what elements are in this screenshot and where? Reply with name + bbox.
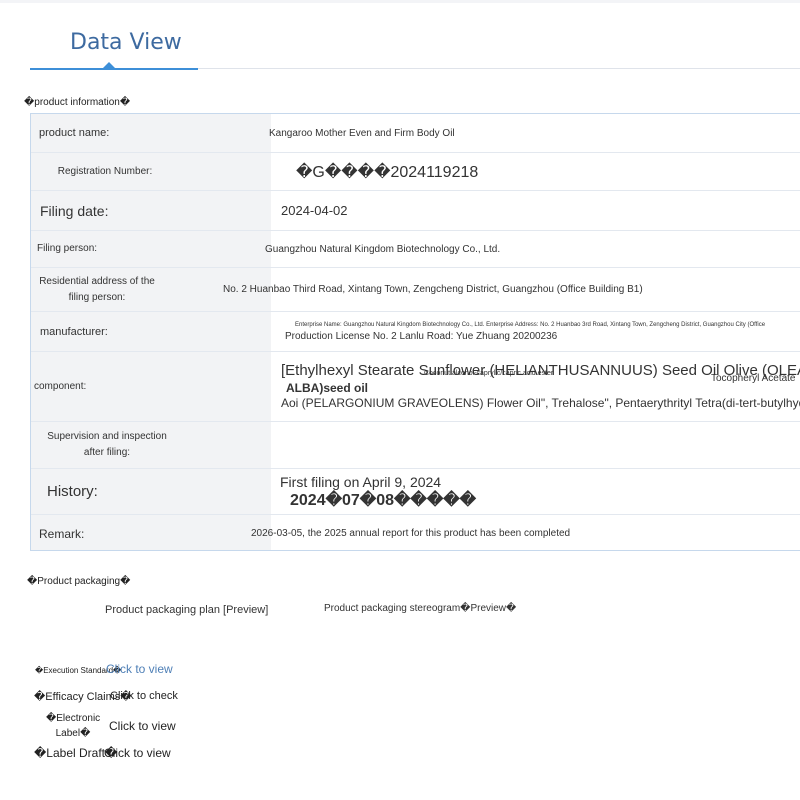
filing-date-label: Filing date: [31,191,280,230]
table-row: Remark: 2026-03-05, the 2025 annual repo… [31,515,800,550]
remark-value: 2026-03-05, the 2025 annual report for t… [251,515,800,550]
active-tab-underline [30,68,198,70]
component-line-3: Aoi (PELARGONIUM GRAVEOLENS) Flower Oil"… [281,396,800,410]
component-line-2: ALBA)seed oil Coconut alcohol-caprylic/c… [281,370,800,395]
table-row: Supervision and inspection after filing: [31,422,800,469]
component-label: component: [31,352,274,421]
filing-person-value: Guangzhou Natural Kingdom Biotechnology … [265,231,800,267]
supervision-label: Supervision and inspection after filing: [31,422,271,468]
table-row: Filing date: 2024-04-02 [31,191,800,231]
tab-data-view[interactable]: Data View [70,30,182,55]
component-tocopheryl-text: Tocopheryl Acetate [711,373,796,384]
product-info-section-title: �product information� [24,97,131,108]
label-draft-view-link[interactable]: Click to view [104,746,171,760]
registration-number-value: �G����2024119218 [271,153,800,190]
product-name-text: Kangaroo Mother Even and Firm Body Oil [269,127,455,139]
history-label: History: [31,469,287,514]
manufacturer-enterprise-text: Enterprise Name: Guangzhou Natural Kingd… [295,321,766,328]
filing-date-value: 2024-04-02 [271,191,800,230]
address-value: No. 2 Huanbao Third Road, Xintang Town, … [223,268,800,311]
tab-bar-divider [198,68,800,69]
supervision-value [271,422,800,468]
execution-standard-view-link[interactable]: Click to view [106,662,173,676]
electronic-label-view-link[interactable]: Click to view [109,719,176,733]
table-row: History: First filing on April 9, 2024 2… [31,469,800,515]
top-border [0,0,800,3]
electronic-label-label: �Electronic Label� [46,713,101,739]
table-row: Registration Number: �G����2024119218 [31,153,800,191]
manufacturer-label: manufacturer: [31,312,280,351]
table-row: component: [Ethylhexyl Stearate Sunflowe… [31,352,800,422]
component-seed-oil-text: ALBA)seed oil [286,381,369,395]
remark-text: 2026-03-05, the 2025 annual report for t… [251,528,571,539]
filing-person-label: Filing person: [31,231,277,267]
remark-label: Remark: [31,515,279,550]
packaging-plan-preview-link[interactable]: Product packaging plan [Preview] [105,604,268,616]
table-row: manufacturer: Enterprise Name: Guangzhou… [31,312,800,352]
product-info-table: product name: Kangaroo Mother Even and F… [30,113,800,551]
component-coconut-text: Coconut alcohol-caprylic/capric acid est… [424,370,554,377]
manufacturer-license-text: Production License No. 2 Lanlu Road: Yue… [285,330,558,342]
history-value: First filing on April 9, 2024 2024�07�08… [271,469,800,514]
filing-person-text: Guangzhou Natural Kingdom Biotechnology … [265,243,501,255]
product-packaging-section-title: �Product packaging� [27,576,131,587]
table-row: Filing person: Guangzhou Natural Kingdom… [31,231,800,268]
packaging-stereogram-preview-link[interactable]: Product packaging stereogram�Preview� [324,603,516,614]
product-name-value: Kangaroo Mother Even and Firm Body Oil [269,114,800,152]
table-row: product name: Kangaroo Mother Even and F… [31,114,800,153]
efficacy-claims-check-link[interactable]: Click to check [110,690,178,702]
history-change-entry: 2024�07�08����� [290,491,477,509]
component-value: [Ethylhexyl Stearate Sunflower (HELIANTH… [271,352,800,421]
registration-number-label: Registration Number: [31,153,271,190]
product-name-label: product name: [31,114,279,152]
address-text: No. 2 Huanbao Third Road, Xintang Town, … [223,284,643,295]
table-row: Residential address of the filing person… [31,268,800,312]
history-first-filing: First filing on April 9, 2024 [280,473,442,490]
manufacturer-value: Enterprise Name: Guangzhou Natural Kingd… [271,312,800,351]
